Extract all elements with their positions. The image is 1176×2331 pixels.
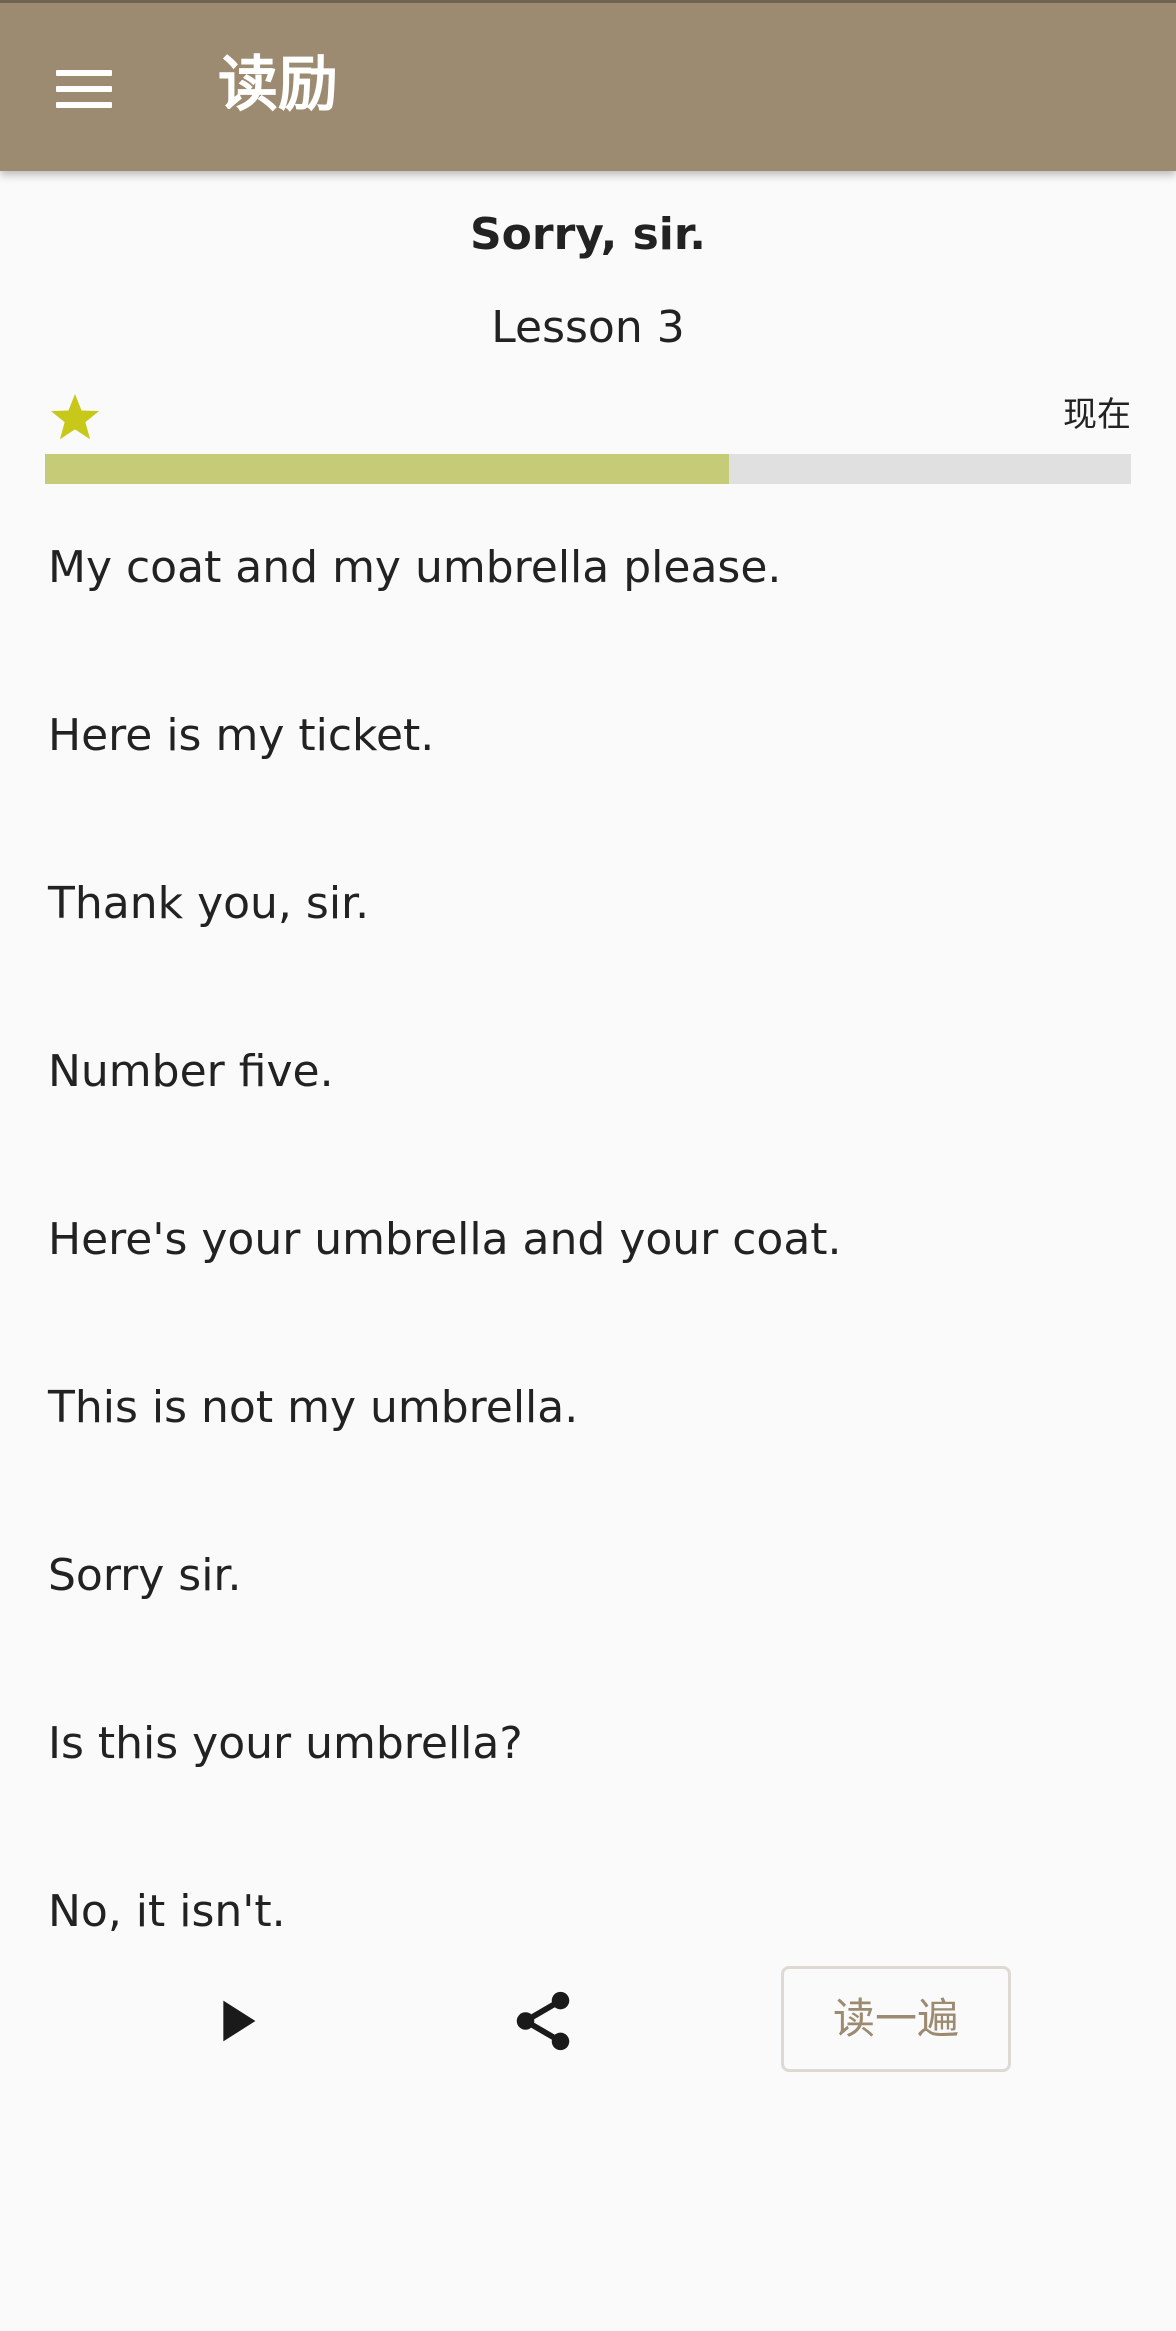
sentence-item[interactable]: Thank you, sir. xyxy=(48,870,1128,1038)
timestamp: 现在 xyxy=(1063,395,1131,435)
hamburger-menu-icon-line xyxy=(56,86,112,92)
sentence-list: My coat and my umbrella please. Here is … xyxy=(48,534,1128,2046)
sentence-item[interactable]: This is not my umbrella. xyxy=(48,1374,1128,1542)
lesson-number: Lesson 3 xyxy=(491,302,685,353)
sentence-item[interactable]: Number five. xyxy=(48,1038,1128,1206)
menu-button[interactable] xyxy=(40,46,130,126)
hamburger-menu-icon xyxy=(56,70,112,76)
reading-progress-bar xyxy=(45,454,1131,484)
share-icon xyxy=(516,1991,570,2051)
sentence-item[interactable]: My coat and my umbrella please. xyxy=(48,534,1128,702)
reading-progress-fill xyxy=(45,454,730,484)
sentence-item[interactable]: Is this your umbrella? xyxy=(48,1710,1128,1878)
sentence-item[interactable]: Here's your umbrella and your coat. xyxy=(48,1206,1128,1374)
hamburger-menu-icon-line xyxy=(56,102,112,108)
read-once-button[interactable]: 读一遍 xyxy=(781,1966,1011,2072)
app-title: 读励 xyxy=(218,50,338,120)
sentence-item[interactable]: Sorry sir. xyxy=(48,1542,1128,1710)
star-icon xyxy=(50,394,100,440)
sentence-item[interactable]: Here is my ticket. xyxy=(48,702,1128,870)
lesson-title: Sorry, sir. xyxy=(469,209,707,260)
share-button[interactable] xyxy=(508,1986,578,2056)
app-bar: 读励 xyxy=(0,0,1176,171)
playback-controls: 读一遍 xyxy=(0,1966,1176,2072)
play-button[interactable] xyxy=(200,1986,270,2056)
play-icon xyxy=(223,2000,256,2042)
